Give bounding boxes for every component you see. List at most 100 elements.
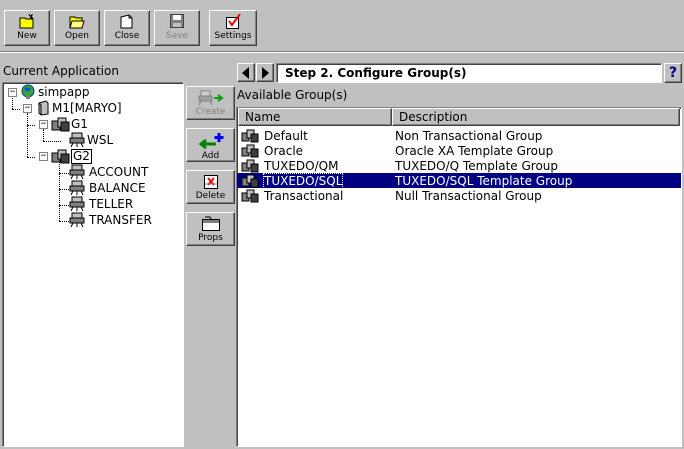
close-folder-icon — [120, 14, 133, 29]
server-icon — [69, 212, 85, 228]
group-description: Non Transactional Group — [395, 128, 543, 143]
application-tree[interactable]: − − − − simpapp M1[MARYO] G1 WSL G2 ACCO… — [2, 82, 184, 447]
tree-line — [12, 109, 20, 110]
tree-node-label: M1[MARYO] — [52, 101, 122, 115]
table-row-selected[interactable]: TUXEDO/SQL TUXEDO/SQL Template Group — [237, 172, 681, 189]
globe-icon — [21, 84, 35, 99]
step-title-text: Step 2. Configure Group(s) — [285, 66, 467, 80]
tree-node-label: TELLER — [89, 197, 134, 211]
open-folder-icon — [69, 16, 85, 29]
new-folder-icon — [19, 14, 34, 29]
collapse-toggle[interactable]: − — [39, 120, 48, 129]
settings-checklist-icon — [226, 14, 241, 29]
help-icon: ? — [668, 65, 678, 81]
add-button-label: Add — [201, 151, 220, 161]
group-name: TUXEDO/SQL — [262, 172, 344, 189]
tree-node-label: ACCOUNT — [89, 165, 149, 179]
group-description: TUXEDO/Q Template Group — [395, 158, 559, 173]
tree-line — [27, 125, 35, 126]
group-name: TUXEDO/QM — [264, 158, 339, 173]
group-name: Transactional — [264, 188, 344, 203]
available-groups-label: Available Group(s) — [237, 88, 348, 102]
group-icon — [241, 129, 259, 142]
previous-step-button[interactable] — [237, 63, 255, 82]
table-row[interactable]: Transactional Null Transactional Group — [237, 188, 681, 203]
arrow-left-icon — [242, 66, 249, 79]
new-button[interactable]: New — [4, 10, 50, 46]
table-row[interactable]: Oracle Oracle XA Template Group — [237, 143, 681, 158]
tree-node-application[interactable]: simpapp — [20, 84, 89, 100]
tree-node-label: TRANSFER — [89, 213, 152, 227]
group-icon — [241, 174, 259, 187]
save-button-label: Save — [165, 31, 189, 41]
settings-button-label: Settings — [214, 31, 252, 41]
column-header-description[interactable]: Description — [392, 108, 680, 126]
group-icon — [51, 117, 70, 132]
collapse-toggle[interactable]: − — [39, 152, 48, 161]
tree-node-label: G2 — [71, 148, 92, 164]
tree-node-group-g1[interactable]: G1 — [51, 116, 88, 132]
tree-line — [12, 95, 13, 109]
toolbar-separator — [0, 51, 684, 53]
table-row[interactable]: Default Non Transactional Group — [237, 128, 681, 143]
machine-icon — [38, 100, 49, 116]
group-description: Oracle XA Template Group — [395, 143, 554, 158]
settings-button[interactable]: Settings — [209, 10, 257, 46]
props-button[interactable]: Props — [186, 212, 235, 246]
tree-node-group-g2[interactable]: G2 — [51, 148, 92, 164]
tree-node-server[interactable]: TRANSFER — [69, 212, 152, 228]
server-icon — [69, 164, 85, 180]
group-icon — [51, 149, 70, 164]
tree-node-server[interactable]: TELLER — [69, 196, 133, 212]
tree-line — [43, 129, 44, 141]
tree-node-server-wsl[interactable]: WSL — [69, 132, 113, 148]
create-button[interactable]: Create — [186, 86, 235, 120]
tree-line — [43, 141, 61, 142]
server-icon — [69, 180, 85, 196]
groups-table[interactable]: Name Description Default Non Transaction… — [236, 107, 682, 447]
server-icon — [69, 196, 85, 212]
delete-button-label: Delete — [195, 191, 226, 201]
close-button[interactable]: Close — [104, 10, 150, 46]
column-header-label: Description — [399, 110, 468, 124]
current-application-header: Current Application — [3, 64, 119, 78]
column-header-label: Name — [245, 110, 281, 124]
close-button-label: Close — [114, 31, 140, 41]
props-button-label: Props — [198, 233, 223, 243]
tree-node-server[interactable]: BALANCE — [69, 180, 146, 196]
tree-line — [59, 161, 60, 221]
group-description: Null Transactional Group — [395, 188, 542, 203]
server-icon — [69, 132, 85, 148]
open-button[interactable]: Open — [54, 10, 100, 46]
add-arrow-icon — [198, 133, 223, 150]
group-name: Default — [264, 128, 308, 143]
tree-node-label: simpapp — [38, 85, 90, 99]
column-header-name[interactable]: Name — [238, 108, 392, 126]
create-server-icon — [198, 90, 224, 106]
delete-icon — [203, 175, 218, 189]
tree-node-label: BALANCE — [89, 181, 146, 195]
group-icon — [241, 189, 259, 202]
open-button-label: Open — [64, 31, 90, 41]
group-description: TUXEDO/SQL Template Group — [395, 173, 573, 188]
tree-line — [27, 157, 35, 158]
group-icon — [241, 159, 259, 172]
tree-node-label: WSL — [87, 133, 114, 147]
add-button[interactable]: Add — [186, 128, 235, 162]
collapse-toggle[interactable]: − — [23, 104, 32, 113]
tree-line — [27, 113, 28, 157]
table-row[interactable]: TUXEDO/QM TUXEDO/Q Template Group — [237, 158, 681, 173]
tree-node-machine[interactable]: M1[MARYO] — [36, 100, 122, 116]
step-title: Step 2. Configure Group(s) — [276, 63, 662, 83]
arrow-right-icon — [262, 66, 269, 79]
group-name: Oracle — [264, 143, 304, 158]
tree-node-server[interactable]: ACCOUNT — [69, 164, 148, 180]
toolbar: New Open Close Save Settings — [0, 0, 684, 53]
help-button[interactable]: ? — [664, 63, 682, 83]
delete-button[interactable]: Delete — [186, 170, 235, 204]
save-button[interactable]: Save — [154, 10, 200, 46]
save-disk-icon — [170, 14, 184, 28]
tree-node-label: G1 — [71, 117, 88, 131]
collapse-toggle[interactable]: − — [8, 88, 17, 97]
next-step-button[interactable] — [256, 63, 274, 82]
